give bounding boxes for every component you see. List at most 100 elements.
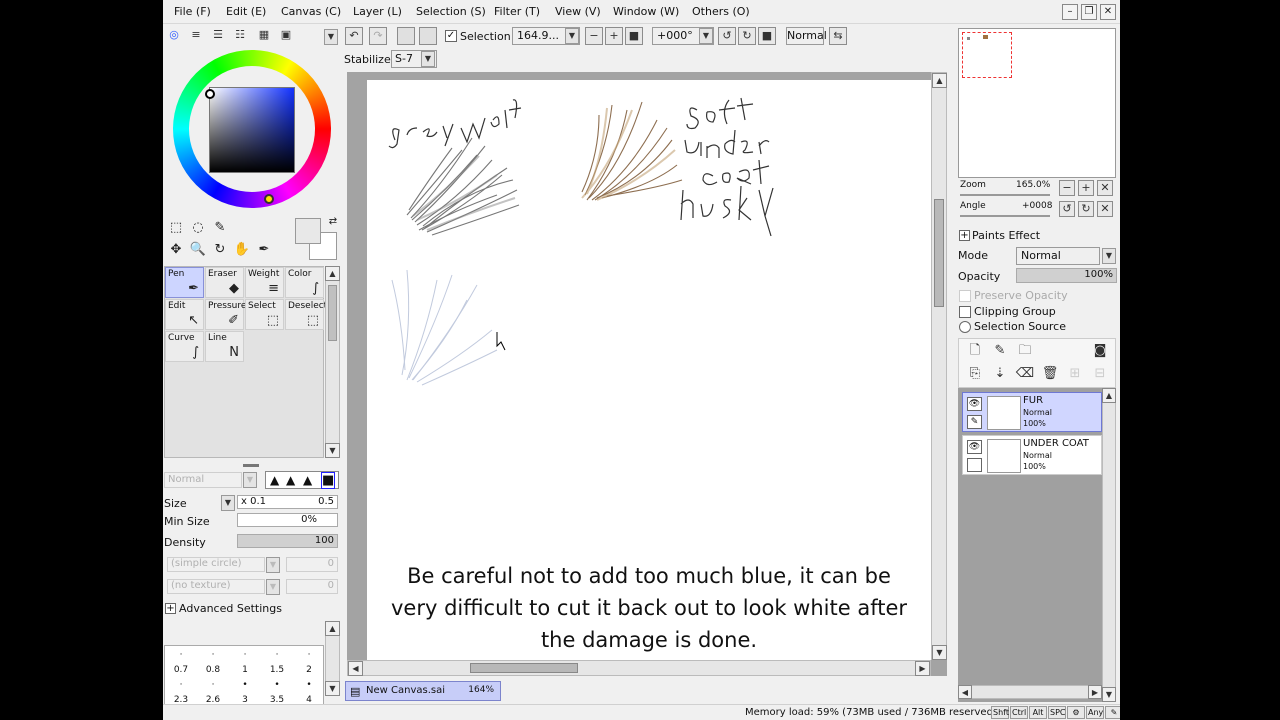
zoom-in-button[interactable]: + [605,27,623,45]
swap-colors-icon[interactable]: ⇄ [323,212,343,232]
menu-file[interactable]: File (F) [174,5,211,18]
zoom-tool-icon[interactable]: 🔍 [188,240,208,260]
nav-rotate-reset-button[interactable]: ✕ [1097,201,1113,217]
tool-edit[interactable]: Edit ↖ [165,299,204,330]
mixer-tab-icon[interactable]: ▣ [277,28,295,42]
menu-edit[interactable]: Edit (E) [226,5,266,18]
brush-shape-select[interactable]: (simple circle) [167,557,265,572]
layers-scroll-up-icon[interactable]: ▲ [1102,388,1116,403]
layer-list-scrollbar[interactable]: ▲ ▼ [1102,388,1116,702]
brush-preset-cell[interactable]: · [293,650,325,660]
navigator-preview[interactable] [958,28,1116,178]
hsv-slider-tab-icon[interactable]: ☰ [209,28,227,42]
rotate-reset-button[interactable]: ■ [758,27,776,45]
copy-layer-icon[interactable]: ⎘ [964,364,986,384]
brush-texture-strength[interactable]: 0 [286,579,338,594]
nav-zoom-out-button[interactable]: − [1059,180,1075,196]
zoom-dropdown-icon[interactable]: ▼ [565,28,579,44]
presets-scroll-down-icon[interactable]: ▼ [325,681,340,696]
nav-zoom-reset-button[interactable]: ✕ [1097,180,1113,196]
canvas-scroll-down-icon[interactable]: ▼ [932,645,947,660]
brush-preset-cell[interactable]: · [197,650,229,660]
delete-layer-icon[interactable]: 🗑 [1039,364,1061,384]
brush-texture-dropdown-icon[interactable]: ▼ [266,579,280,595]
shape-hard-icon[interactable]: ▲ [303,473,312,487]
pen-lock-icon[interactable]: ✎ [967,415,982,429]
canvas-horizontal-scrollbar[interactable]: ◀ ▶ [347,660,931,676]
canvas-v-thumb[interactable] [934,199,944,307]
selection-checkbox[interactable]: ✓ [445,30,457,42]
brush-preset-cell[interactable]: • [293,680,325,690]
menu-others[interactable]: Others (O) [692,5,750,18]
brush-preset-cell[interactable]: 1 [229,665,261,675]
menu-window[interactable]: Window (W) [613,5,679,18]
brush-preset-cell[interactable]: 0.7 [165,665,197,675]
eye-icon[interactable]: 👁 [967,397,982,411]
size-slider[interactable]: x 0.1 0.5 [237,495,338,509]
density-slider[interactable]: 100 [237,534,338,548]
deselect-tool-icon[interactable] [397,27,415,45]
scroll-down-icon[interactable]: ▼ [325,443,340,458]
nav-zoom-slider[interactable] [960,194,1050,196]
blend-mode-select[interactable]: Normal [786,27,827,45]
scroll-up-icon[interactable]: ▲ [325,266,340,281]
brush-preset-cell[interactable]: · [165,680,197,690]
brush-preset-cell[interactable]: 1.5 [261,665,293,675]
eyedropper-icon[interactable]: ✒ [254,240,274,260]
layers-scroll-right-icon[interactable]: ▶ [1088,685,1102,699]
move-icon[interactable]: ✥ [166,240,186,260]
brush-preset-cell[interactable]: · [261,650,293,660]
brush-shape-dropdown-icon[interactable]: ▼ [266,557,280,573]
advanced-settings-label[interactable]: Advanced Settings [179,602,282,615]
paints-effect-expand-icon[interactable]: + [959,230,970,241]
layers-scroll-left-icon[interactable]: ◀ [958,685,972,699]
rect-select-icon[interactable]: ⬚ [166,218,186,238]
apply-mask-icon[interactable]: ⊞ [1064,364,1086,384]
brush-preset-cell[interactable]: • [261,680,293,690]
layer-mode-select[interactable]: Normal [1016,247,1100,265]
flip-horizontal-button[interactable]: ⇆ [829,27,847,45]
nav-zoom-in-button[interactable]: + [1078,180,1094,196]
swatches-tab-icon[interactable]: ☷ [231,28,249,42]
preserve-opacity-checkbox[interactable] [959,290,971,302]
close-window-button[interactable]: ✕ [1100,4,1116,20]
new-folder-icon[interactable]: 🗀 [1014,341,1036,361]
layer-row-fur[interactable]: 👁 ✎ FUR Normal 100% [962,392,1102,432]
canvas-vertical-scrollbar[interactable]: ▲ ▼ [931,72,947,660]
rgb-slider-tab-icon[interactable]: ≡ [187,28,205,42]
zoom-reset-button[interactable]: ■ [625,27,643,45]
redo-button[interactable]: ↷ [369,27,387,45]
sv-picker-marker[interactable] [205,89,215,99]
pen-lock-icon[interactable] [967,458,982,472]
rotate-cw-button[interactable]: ↻ [738,27,756,45]
canvas-scroll-left-icon[interactable]: ◀ [348,661,363,676]
menu-filter[interactable]: Filter (T) [494,5,540,18]
tool-pressure[interactable]: Pressure ✐ [205,299,246,330]
size-multiplier-dropdown-icon[interactable]: ▼ [221,495,235,511]
shape-square-icon[interactable]: ■ [321,472,336,489]
panel-splitter[interactable] [243,464,259,467]
restore-button[interactable]: ❐ [1081,4,1097,20]
menu-layer[interactable]: Layer (L) [353,5,402,18]
undo-button[interactable]: ↶ [345,27,363,45]
tool-eraser[interactable]: Eraser ◆ [205,267,244,298]
shape-medium-icon[interactable]: ▲ [286,473,295,487]
merge-down-icon[interactable]: ⇣ [989,364,1011,384]
remove-mask-icon[interactable]: ⊟ [1089,364,1111,384]
rotate-ccw-button[interactable]: ↺ [718,27,736,45]
nav-rotate-cw-button[interactable]: ↻ [1078,201,1094,217]
stabilizer-dropdown-icon[interactable]: ▼ [421,51,435,67]
eye-icon[interactable]: 👁 [967,440,982,454]
advanced-expand-icon[interactable]: + [165,603,176,614]
brush-preset-cell[interactable]: · [229,650,261,660]
foreground-color-swatch[interactable] [295,218,321,244]
brush-blend-dropdown-icon[interactable]: ▼ [243,472,257,488]
minimize-button[interactable]: – [1062,4,1078,20]
nav-angle-slider[interactable] [960,215,1050,217]
brush-preset-cell[interactable]: 2 [293,665,325,675]
tool-select[interactable]: Select ⬚ [245,299,284,330]
brush-texture-select[interactable]: (no texture) [167,579,265,594]
min-size-slider[interactable]: 0% [237,513,338,527]
magic-wand-icon[interactable]: ✎ [210,218,230,238]
new-linework-layer-icon[interactable]: ✎ [989,341,1011,361]
